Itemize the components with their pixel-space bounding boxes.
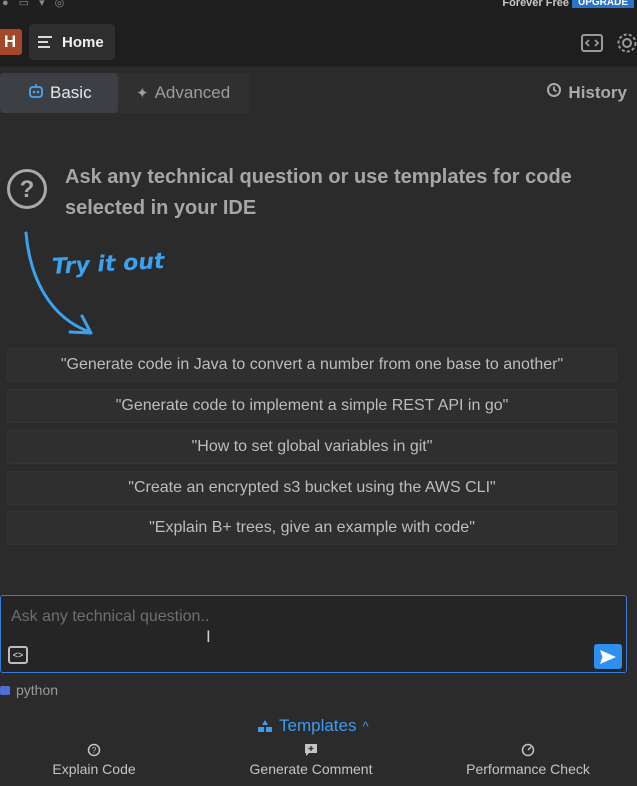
curved-arrow-icon xyxy=(24,231,93,335)
intro-headline-line2: selected in your IDE xyxy=(65,197,257,219)
text-cursor-icon: I xyxy=(206,627,211,646)
history-icon xyxy=(546,82,562,103)
code-window-icon[interactable] xyxy=(581,34,603,57)
templates-icon xyxy=(258,720,272,732)
attach-code-icon[interactable]: <> xyxy=(8,646,28,664)
tab-home-label: Home xyxy=(62,33,104,51)
tab-advanced[interactable]: ✦ Advanced xyxy=(120,73,248,113)
send-button[interactable] xyxy=(594,644,622,669)
suggestion-item[interactable]: "Generate code to implement a simple RES… xyxy=(7,389,617,423)
tab-home[interactable]: Home xyxy=(29,24,115,60)
question-input[interactable] xyxy=(9,604,573,630)
suggestion-item[interactable]: "How to set global variables in git" xyxy=(7,430,617,464)
bot-icon xyxy=(28,83,44,104)
twitter-icon[interactable]: ▾ xyxy=(39,0,45,9)
history-label: History xyxy=(568,82,627,102)
github-icon[interactable]: ● xyxy=(2,0,9,9)
explain-code-label: Explain Code xyxy=(52,761,136,777)
comment-icon xyxy=(240,743,382,761)
send-icon xyxy=(600,649,616,664)
templates-toggle[interactable]: Templates ^ xyxy=(257,716,369,736)
question-circle-icon: ? xyxy=(7,169,47,209)
tab-basic[interactable]: Basic xyxy=(0,73,118,113)
language-badge: python xyxy=(0,682,58,698)
question-input-box: I <> xyxy=(0,595,627,673)
suggestion-item[interactable]: "Create an encrypted s3 bucket using the… xyxy=(7,471,617,505)
question-circle-icon: ? xyxy=(40,743,148,761)
suggestion-item[interactable]: "Explain B+ trees, give an example with … xyxy=(7,511,617,545)
upgrade-button[interactable]: UPGRADE xyxy=(572,0,634,8)
top-strip: ● ▭ ▾ ◎ Forever Free UPGRADE xyxy=(0,0,637,12)
sparkle-icon: ✦ xyxy=(136,85,149,102)
app-logo: H xyxy=(0,29,22,55)
templates-label: Templates xyxy=(279,716,357,735)
generate-comment-label: Generate Comment xyxy=(249,761,373,777)
history-button[interactable]: History xyxy=(546,82,627,103)
explain-code-button[interactable]: ? Explain Code xyxy=(40,743,148,779)
intro-headline: Ask any technical question or use templa… xyxy=(65,162,625,224)
globe-icon[interactable]: ◎ xyxy=(55,0,65,9)
settings-gear-icon[interactable] xyxy=(616,32,637,59)
chevron-up-icon: ^ xyxy=(362,718,369,734)
header: H Home xyxy=(0,12,637,67)
plan-label: Forever Free xyxy=(502,0,569,9)
try-it-out-label: Try it out xyxy=(51,249,166,280)
generate-comment-button[interactable]: Generate Comment xyxy=(240,743,382,779)
performance-check-button[interactable]: Performance Check xyxy=(462,743,594,779)
menu-lines-icon xyxy=(38,36,52,48)
tab-basic-label: Basic xyxy=(50,83,92,102)
social-links: ● ▭ ▾ ◎ xyxy=(2,0,64,9)
suggestion-item[interactable]: "Generate code in Java to convert a numb… xyxy=(7,348,617,382)
tab-advanced-label: Advanced xyxy=(154,83,231,102)
intro-headline-line1: Ask any technical question or use templa… xyxy=(65,166,572,188)
python-icon xyxy=(0,685,10,695)
language-label: python xyxy=(16,682,59,698)
svg-text:?: ? xyxy=(92,746,97,755)
gauge-icon xyxy=(462,743,594,761)
discord-icon[interactable]: ▭ xyxy=(19,0,29,9)
performance-check-label: Performance Check xyxy=(466,761,590,777)
